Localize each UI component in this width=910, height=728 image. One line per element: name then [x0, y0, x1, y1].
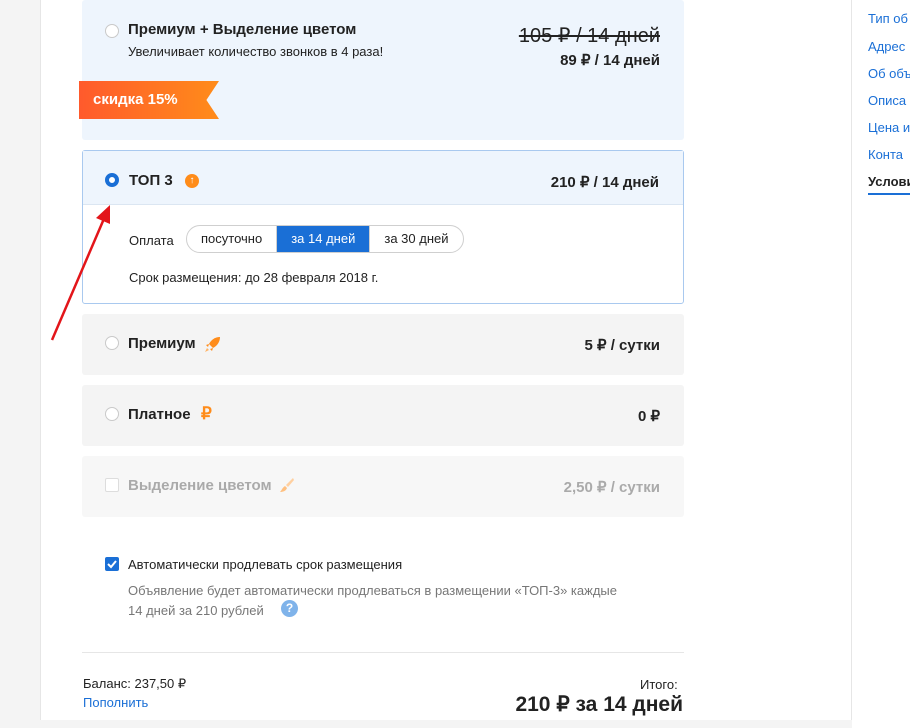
option-checkbox	[105, 478, 119, 492]
nav-item-conditions[interactable]: Услови	[868, 174, 910, 195]
option-title: ТОП 3	[129, 172, 173, 189]
option-title: Выделение цветом	[128, 477, 272, 494]
nav-item-contacts[interactable]: Конта	[868, 147, 903, 162]
option-price: 0 ₽	[637, 408, 660, 425]
old-price: 105 ₽ / 14 дней	[518, 25, 660, 47]
option-color: Выделение цветом 2,50 ₽ / сутки	[82, 456, 684, 517]
discount-badge: скидка 15%	[79, 81, 219, 119]
option-radio[interactable]	[105, 24, 119, 38]
balance-text: Баланс: 237,50 ₽	[83, 676, 187, 691]
option-price: 89 ₽ / 14 дней	[560, 52, 660, 69]
option-premium-color[interactable]: Премиум + Выделение цветом Увеличивает к…	[82, 0, 684, 140]
autorenew-desc-1: Объявление будет автоматически продлеват…	[128, 583, 617, 598]
payment-label: Оплата	[129, 233, 174, 248]
option-price: 2,50 ₽ / сутки	[563, 479, 660, 496]
option-radio[interactable]	[105, 336, 119, 350]
autorenew-label[interactable]: Автоматически продлевать срок размещения	[128, 557, 402, 572]
total-value: 210 ₽ за 14 дней	[515, 693, 683, 716]
option-premium[interactable]: Премиум 5 ₽ / сутки	[82, 314, 684, 375]
option-radio[interactable]	[105, 173, 119, 187]
autorenew-checkbox[interactable]	[105, 557, 119, 571]
total-label: Итого:	[640, 677, 678, 692]
option-title: Премиум + Выделение цветом	[128, 21, 357, 38]
nav-item-price[interactable]: Цена и	[868, 120, 910, 135]
brush-icon	[280, 478, 294, 492]
option-radio[interactable]	[105, 407, 119, 421]
autorenew-desc-2: 14 дней за 210 рублей	[128, 603, 264, 618]
option-paid[interactable]: Платное ₽ 0 ₽	[82, 385, 684, 446]
period-14-days[interactable]: за 14 дней	[276, 226, 370, 252]
payment-period-selector[interactable]: посуточно за 14 дней за 30 дней	[186, 225, 464, 253]
nav-item-address[interactable]: Адрес	[868, 39, 905, 54]
term-text: Срок размещения: до 28 февраля 2018 г.	[129, 270, 379, 285]
period-30-days[interactable]: за 30 дней	[369, 226, 462, 252]
option-price: 5 ₽ / сутки	[584, 337, 661, 354]
nav-item-type[interactable]: Тип об	[868, 11, 908, 26]
option-subtitle: Увеличивает количество звонков в 4 раза!	[128, 44, 384, 59]
nav-item-object[interactable]: Об объ	[868, 66, 910, 81]
option-price: 210 ₽ / 14 дней	[550, 174, 659, 191]
topup-link[interactable]: Пополнить	[83, 695, 148, 710]
option-title: Платное	[128, 406, 191, 423]
ruble-icon: ₽	[201, 404, 212, 423]
option-title: Премиум	[128, 335, 196, 352]
period-daily[interactable]: посуточно	[187, 226, 276, 252]
check-icon	[107, 560, 117, 569]
nav-item-description[interactable]: Описа	[868, 93, 906, 108]
arrow-up-icon: ↑	[185, 174, 199, 188]
rocket-icon	[205, 337, 220, 352]
divider	[82, 652, 684, 653]
section-nav: Тип об Адрес Об объ Описа Цена и Конта У…	[852, 0, 910, 728]
help-icon[interactable]: ?	[281, 600, 298, 617]
